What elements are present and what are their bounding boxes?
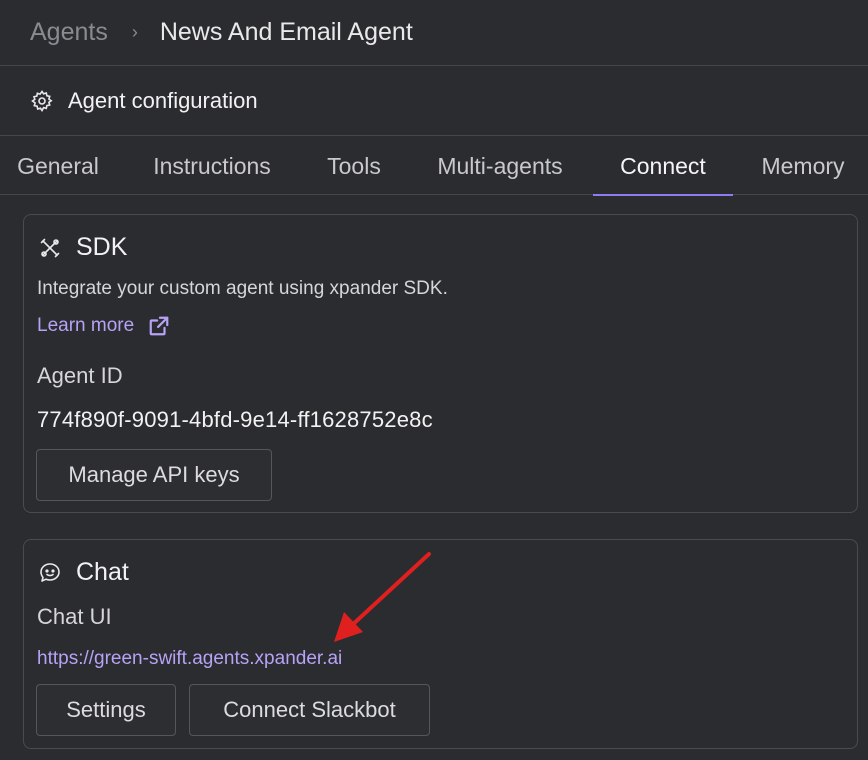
config-header: Agent configuration <box>0 67 868 136</box>
sdk-title: SDK <box>76 233 128 261</box>
tab-bar: General Instructions Tools Multi-agents … <box>0 137 868 196</box>
learn-more-label: Learn more <box>37 315 135 336</box>
agent-id-value: 774f890f-9091-4bfd-9e14-ff1628752e8c <box>37 407 433 432</box>
breadcrumb-agents-link[interactable]: Agents <box>30 18 108 47</box>
agent-id-label: Agent ID <box>37 363 123 388</box>
learn-more-link[interactable]: Learn more <box>37 315 170 337</box>
gear-icon <box>31 90 53 113</box>
sdk-card-header: SDK <box>38 233 127 262</box>
chat-url-link[interactable]: https://green-swift.agents.xpander.ai <box>37 648 342 670</box>
chat-card-header: Chat <box>38 558 129 587</box>
config-title: Agent configuration <box>68 88 258 113</box>
chat-card: Chat Chat UI https://green-swift.agents.… <box>23 539 858 749</box>
chat-settings-button[interactable]: Settings <box>36 684 176 736</box>
tab-multi-agents[interactable]: Multi-agents <box>420 137 580 195</box>
sdk-card: SDK Integrate your custom agent using xp… <box>23 214 858 513</box>
tab-memory[interactable]: Memory <box>748 137 858 195</box>
breadcrumb-separator: › <box>131 22 138 42</box>
breadcrumb: Agents › News And Email Agent <box>0 0 868 66</box>
tab-connect[interactable]: Connect <box>593 137 733 196</box>
manage-api-keys-button[interactable]: Manage API keys <box>36 449 272 501</box>
bot-face-icon <box>40 562 60 582</box>
tab-instructions[interactable]: Instructions <box>136 137 288 195</box>
tab-general[interactable]: General <box>0 137 116 195</box>
breadcrumb-current: News And Email Agent <box>159 18 413 46</box>
tab-tools[interactable]: Tools <box>312 137 396 195</box>
chat-title: Chat <box>76 558 129 586</box>
external-link-icon <box>149 316 169 336</box>
page: Agents › News And Email Agent Agent conf… <box>0 0 868 760</box>
connect-slackbot-button[interactable]: Connect Slackbot <box>189 684 430 736</box>
sdk-description: Integrate your custom agent using xpande… <box>37 278 448 299</box>
chat-ui-label: Chat UI <box>37 604 112 629</box>
tools-cross-icon <box>40 238 60 257</box>
